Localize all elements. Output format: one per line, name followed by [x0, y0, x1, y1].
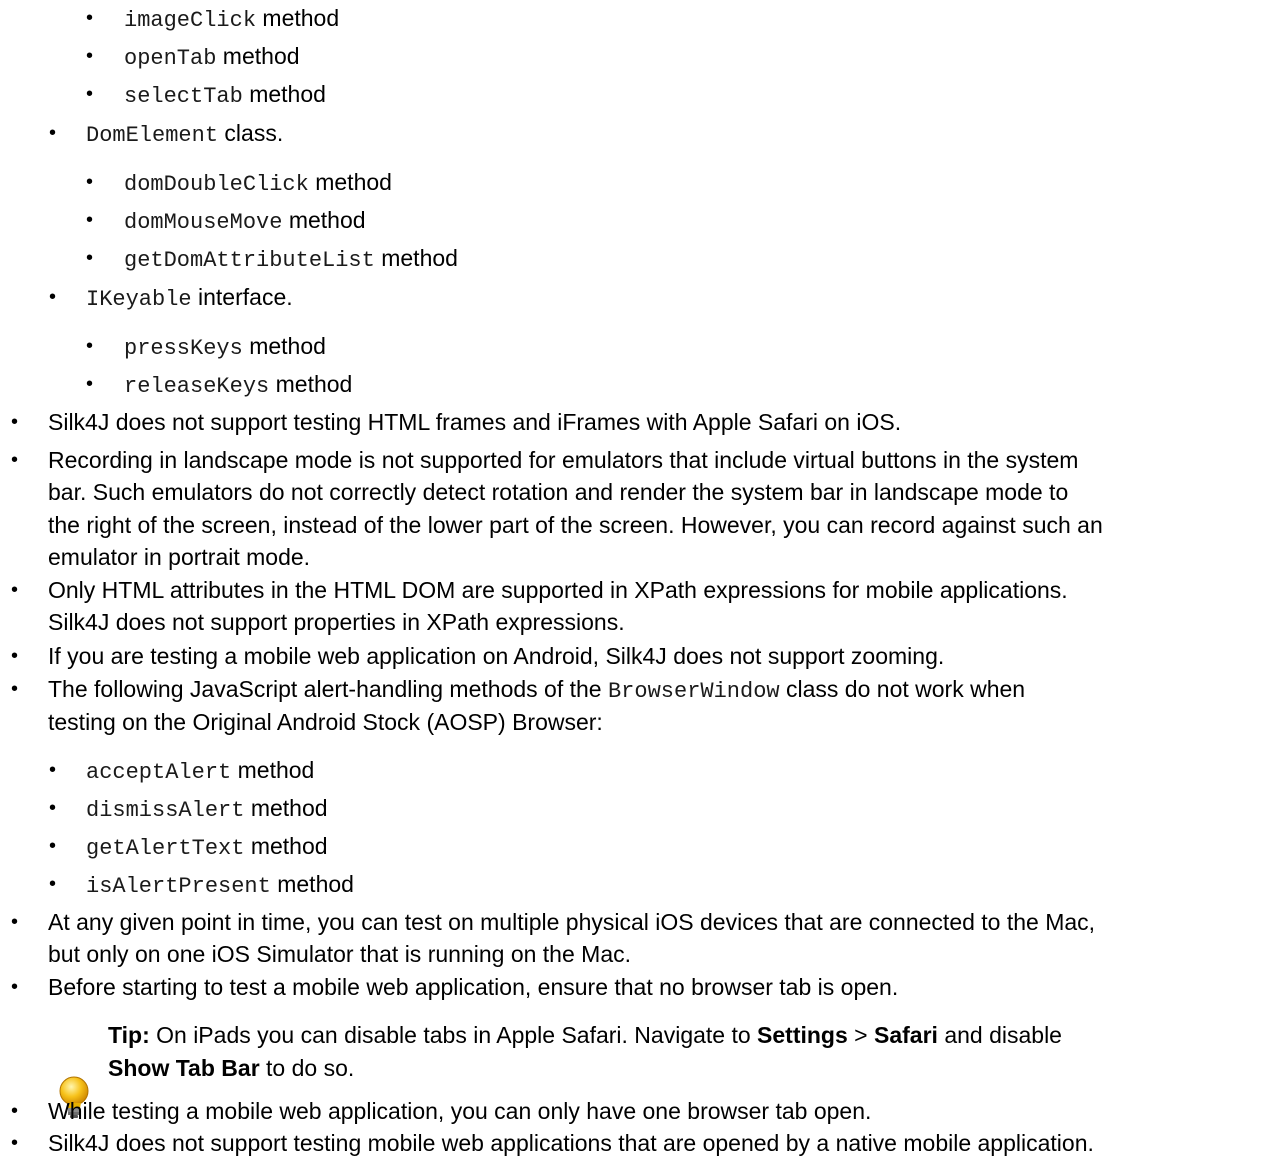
list-item: domDoubleClick method: [124, 169, 392, 197]
list-item-line: Recording in landscape mode is not suppo…: [48, 447, 1079, 473]
bullet-marker: •: [11, 911, 19, 933]
bullet-marker: •: [86, 83, 94, 105]
list-item: acceptAlert method: [86, 757, 315, 785]
bullet-marker: •: [49, 286, 57, 308]
bullet-marker: •: [11, 645, 19, 667]
bullet-marker: •: [11, 1132, 19, 1154]
list-item-line: bar. Such emulators do not correctly det…: [48, 479, 1069, 505]
bullet-marker: •: [11, 1100, 19, 1122]
list-item: dismissAlert method: [86, 795, 328, 823]
document-page: • imageClick method • openTab method • s…: [0, 0, 1281, 1158]
list-item: releaseKeys method: [124, 371, 353, 399]
list-item: Silk4J does not support testing mobile w…: [48, 1130, 1094, 1156]
list-item-line: emulator in portrait mode.: [48, 544, 311, 570]
list-item-line: Only HTML attributes in the HTML DOM are…: [48, 577, 1068, 603]
bullet-marker: •: [11, 976, 19, 998]
bullet-marker: •: [86, 209, 94, 231]
tip-text: Show Tab Bar to do so.: [108, 1055, 355, 1081]
list-item: Before starting to test a mobile web app…: [48, 974, 899, 1000]
bullet-marker: •: [11, 411, 19, 433]
tip-text: Tip: On iPads you can disable tabs in Ap…: [108, 1022, 1062, 1048]
bullet-marker: •: [86, 45, 94, 67]
list-item: isAlertPresent method: [86, 871, 354, 899]
list-item-line: but only on one iOS Simulator that is ru…: [48, 941, 631, 967]
list-item: While testing a mobile web application, …: [48, 1098, 872, 1124]
list-item: getAlertText method: [86, 833, 328, 861]
list-item-line: At any given point in time, you can test…: [48, 909, 1096, 935]
bullet-marker: •: [86, 335, 94, 357]
bullet-marker: •: [86, 373, 94, 395]
list-item: IKeyable interface.: [86, 284, 293, 312]
bullet-marker: •: [86, 247, 94, 269]
list-item-line: The following JavaScript alert-handling …: [48, 676, 1026, 704]
list-item: openTab method: [124, 43, 300, 71]
bullet-marker: •: [11, 449, 19, 471]
bullet-marker: •: [49, 835, 57, 857]
bullet-marker: •: [11, 579, 19, 601]
list-item: DomElement class.: [86, 120, 284, 148]
bullet-marker: •: [86, 7, 94, 29]
list-item: selectTab method: [124, 81, 326, 109]
bullet-marker: •: [11, 678, 19, 700]
list-item-line: Silk4J does not support properties in XP…: [48, 609, 625, 635]
list-item-line: the right of the screen, instead of the …: [48, 512, 1103, 538]
bullet-marker: •: [86, 171, 94, 193]
list-item: If you are testing a mobile web applicat…: [48, 643, 945, 669]
bullet-marker: •: [49, 797, 57, 819]
bullet-marker: •: [49, 759, 57, 781]
bullet-marker: •: [49, 873, 57, 895]
list-item: Silk4J does not support testing HTML fra…: [48, 409, 902, 435]
list-item: imageClick method: [124, 5, 340, 33]
list-item: pressKeys method: [124, 333, 326, 361]
list-item: domMouseMove method: [124, 207, 366, 235]
bullet-marker: •: [49, 122, 57, 144]
list-item-line: testing on the Original Android Stock (A…: [48, 709, 603, 735]
list-item: getDomAttributeList method: [124, 245, 458, 273]
